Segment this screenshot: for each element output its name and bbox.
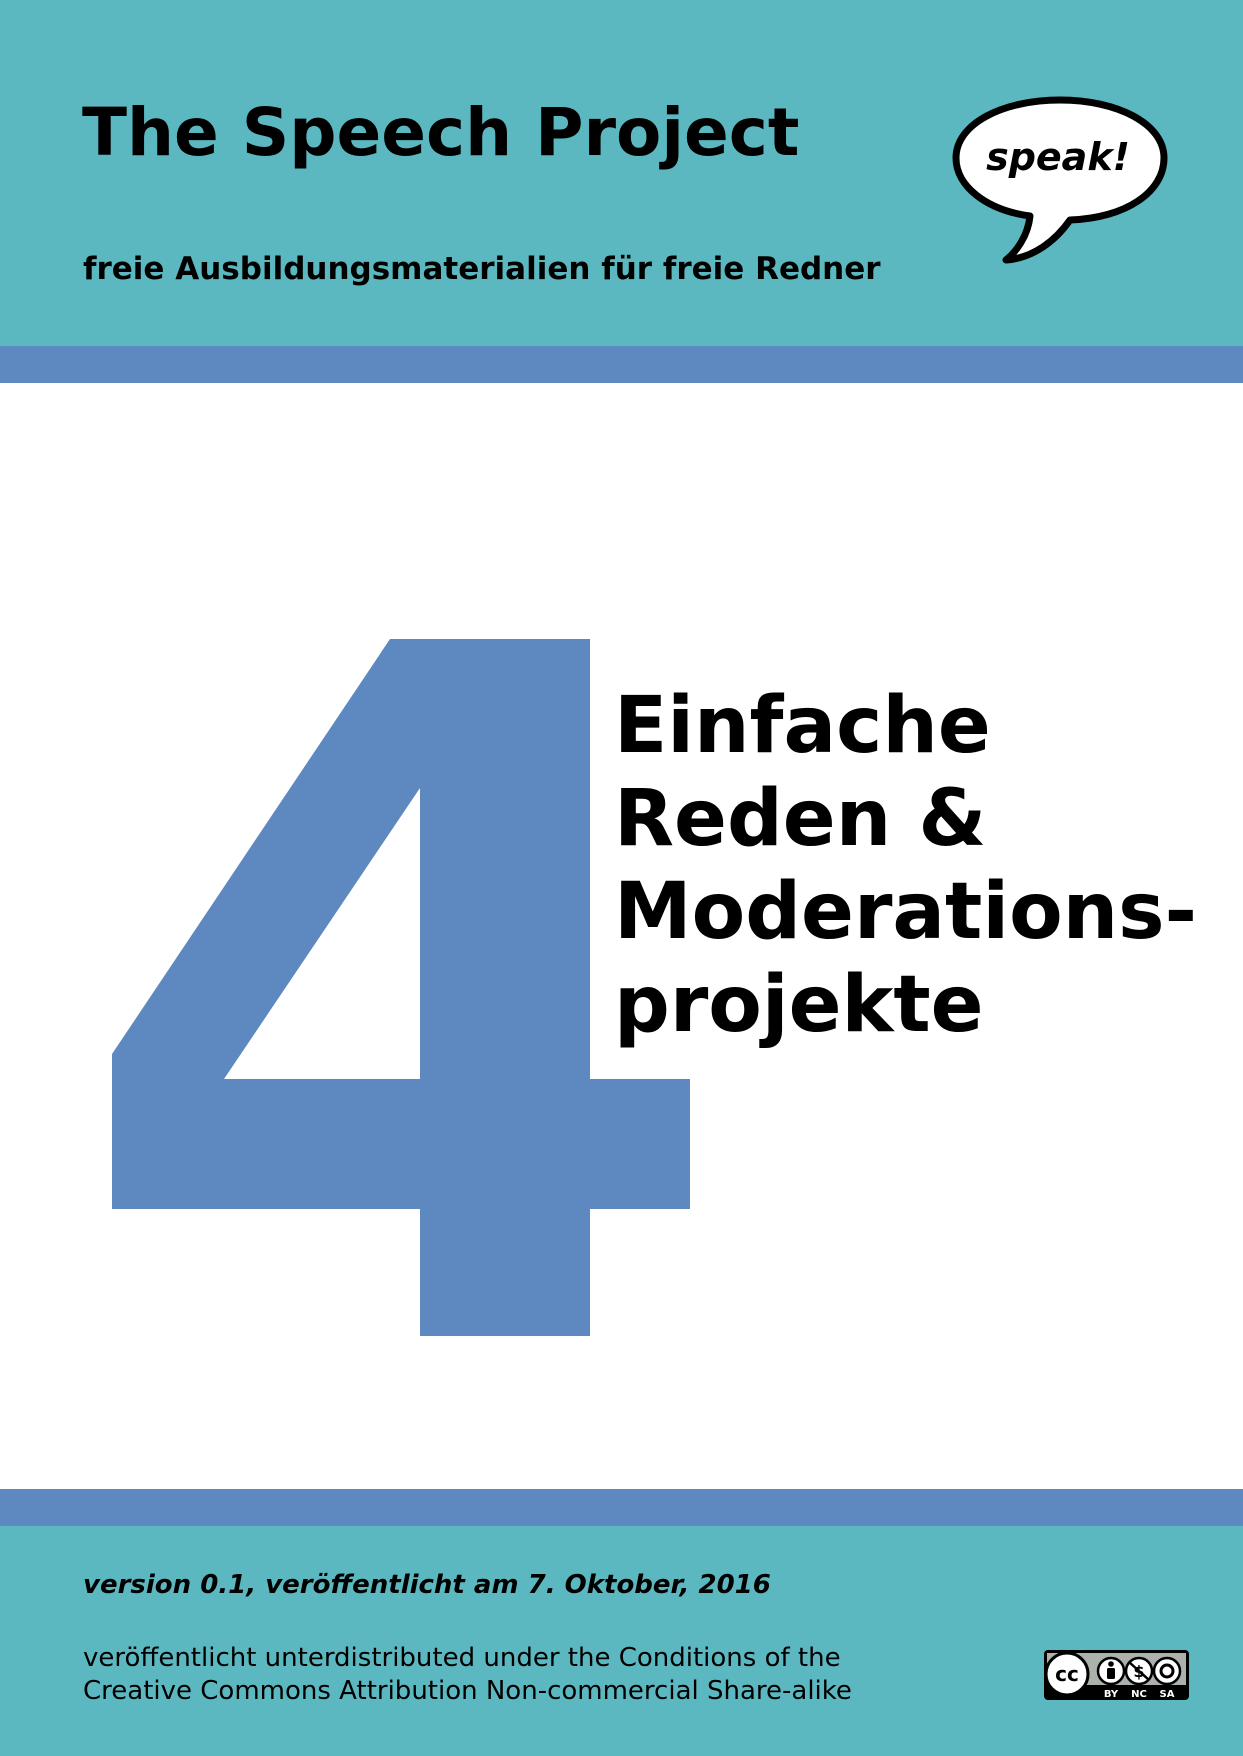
badge-label: SA xyxy=(1160,1689,1175,1700)
footer-stripe xyxy=(0,1489,1243,1526)
license-text: veröffentlicht unterdistributed under th… xyxy=(83,1642,852,1708)
license-line: Creative Commons Attribution Non-commerc… xyxy=(83,1676,852,1706)
version-line: version 0.1, veröffentlicht am 7. Oktobe… xyxy=(83,1570,771,1600)
heading-line: Einfache xyxy=(614,681,991,771)
heading-line: Reden & xyxy=(614,774,987,864)
badge-cc-text: cc xyxy=(1055,1662,1079,1686)
header-stripe xyxy=(0,346,1243,383)
chapter-number xyxy=(112,639,690,1336)
chapter-heading: Einfache Reden & Moderations- projekte xyxy=(614,680,1197,1052)
badge-label: BY xyxy=(1104,1689,1119,1700)
page-subtitle: freie Ausbildungsmaterialien für freie R… xyxy=(83,251,881,287)
license-line: veröffentlicht unterdistributed under th… xyxy=(83,1643,841,1673)
creative-commons-icon: cc $ BY NC SA xyxy=(1044,1650,1189,1700)
page-title: The Speech Project xyxy=(82,94,800,171)
heading-line: projekte xyxy=(614,960,984,1050)
badge-label: NC xyxy=(1131,1689,1147,1700)
footer-band xyxy=(0,1526,1243,1756)
heading-line: Moderations- xyxy=(614,867,1197,957)
bubble-text: speak! xyxy=(986,135,1130,179)
speech-bubble-icon xyxy=(952,96,1168,264)
